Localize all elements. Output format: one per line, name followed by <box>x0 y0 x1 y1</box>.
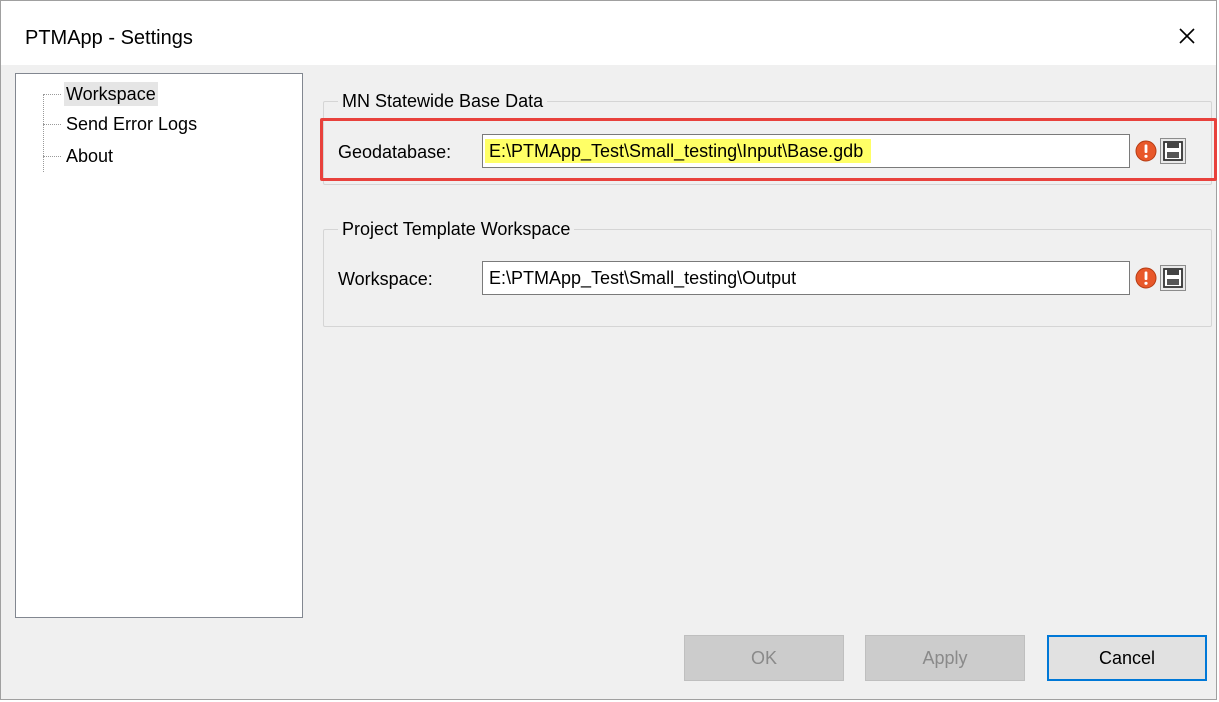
tree-item-send-error-logs[interactable]: Send Error Logs <box>16 112 216 136</box>
tree-connector <box>43 124 61 125</box>
window-title: PTMApp - Settings <box>25 27 193 49</box>
ok-button[interactable]: OK <box>684 635 844 681</box>
close-button[interactable] <box>1172 21 1202 51</box>
save-icon <box>1163 268 1183 288</box>
tree-item-label: Workspace <box>64 82 158 106</box>
warning-icon <box>1135 267 1157 289</box>
highlight-annotation <box>320 118 1217 181</box>
close-icon <box>1179 28 1195 44</box>
workspace-save-button[interactable] <box>1160 265 1186 291</box>
tree-connector <box>43 156 61 157</box>
tree-item-workspace[interactable]: Workspace <box>16 82 196 106</box>
settings-tree[interactable]: Workspace Send Error Logs About <box>15 73 303 618</box>
base-data-legend: MN Statewide Base Data <box>338 90 548 112</box>
tree-item-label: Send Error Logs <box>66 114 198 134</box>
cancel-button[interactable]: Cancel <box>1047 635 1207 681</box>
apply-button[interactable]: Apply <box>865 635 1025 681</box>
settings-dialog: PTMApp - Settings Workspace Send Error L… <box>0 0 1217 700</box>
workspace-input[interactable]: E:\PTMApp_Test\Small_testing\Output <box>482 261 1130 295</box>
title-bar: PTMApp - Settings <box>1 1 1216 65</box>
workspace-label: Workspace: <box>338 269 433 289</box>
project-template-legend: Project Template Workspace <box>338 218 575 240</box>
workspace-value: E:\PTMApp_Test\Small_testing\Output <box>489 268 797 288</box>
tree-item-label: About <box>66 146 114 166</box>
tree-item-about[interactable]: About <box>16 144 136 168</box>
tree-connector <box>43 94 61 95</box>
